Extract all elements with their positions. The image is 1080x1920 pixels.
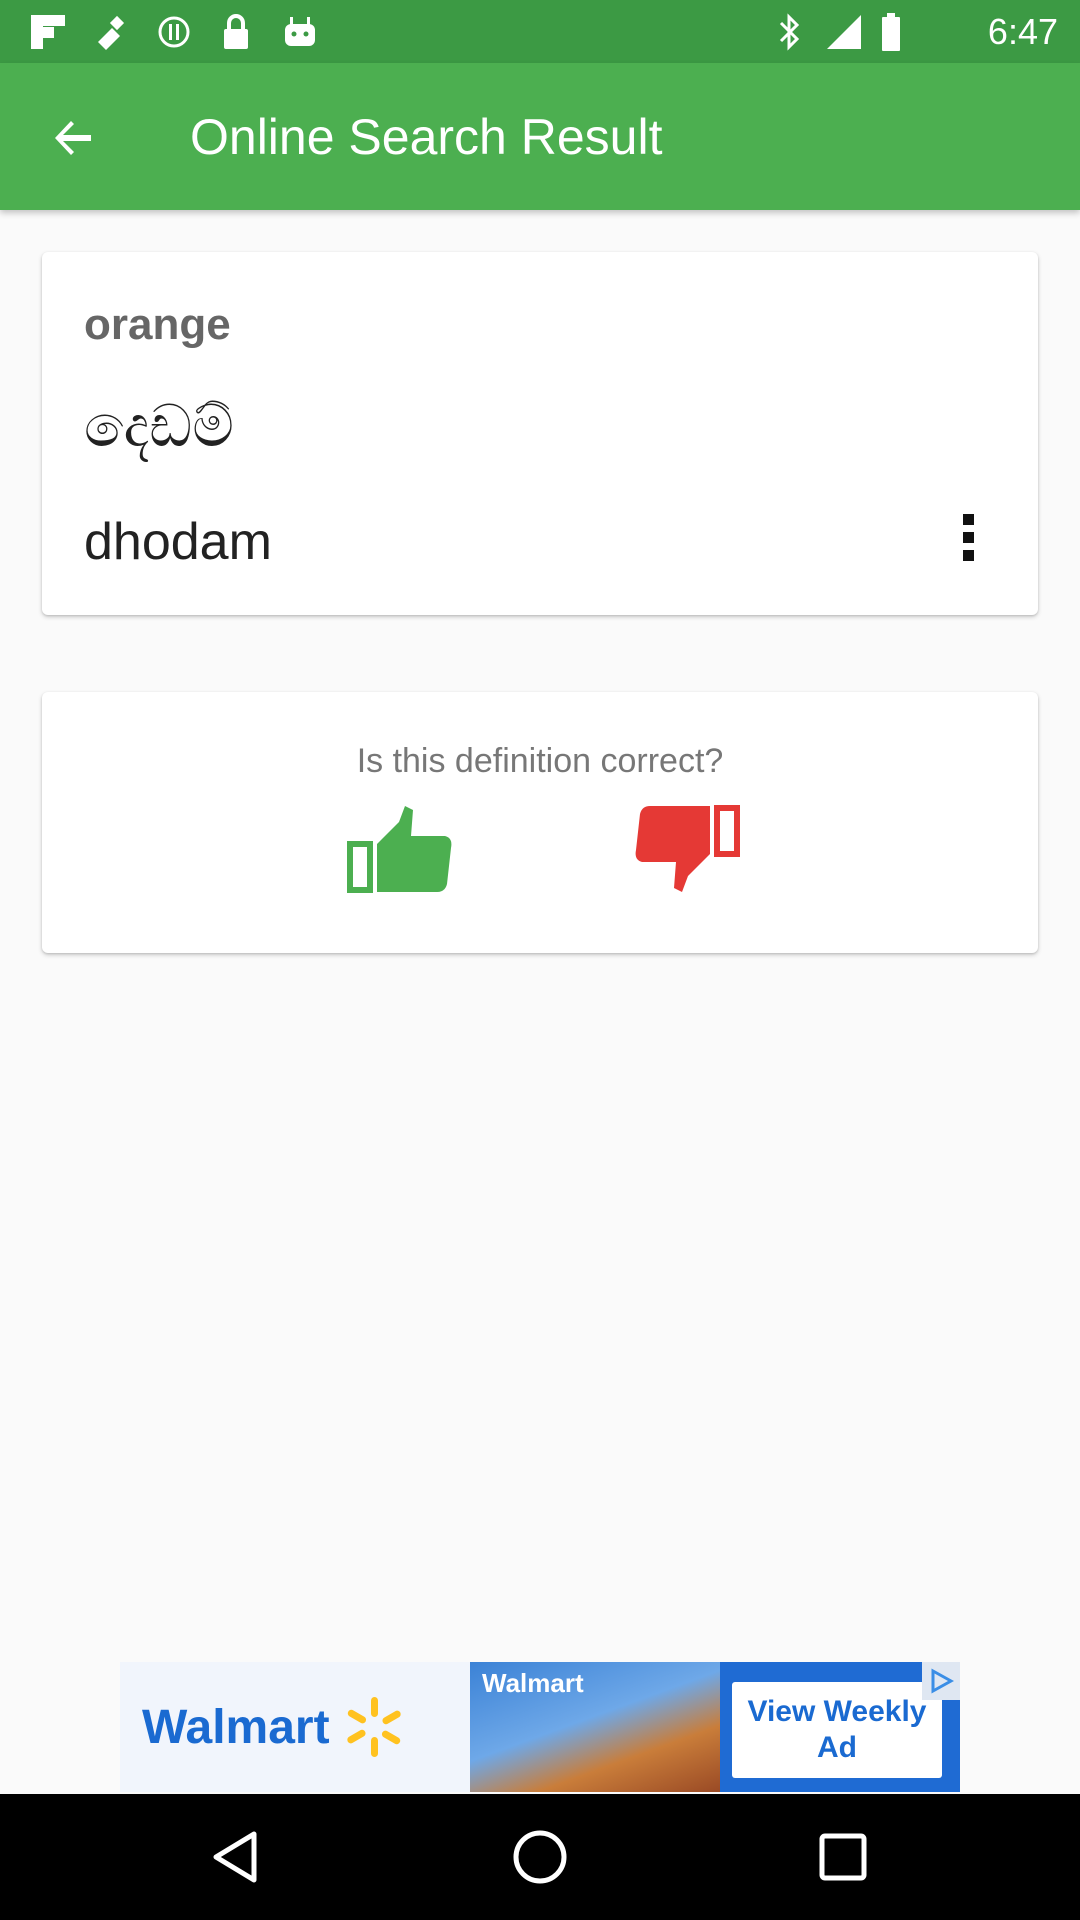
page-title: Online Search Result (190, 109, 663, 165)
result-card: orange දෙඩම් dhodam (42, 252, 1038, 615)
ad-brand-area: Walmart (120, 1662, 470, 1792)
more-vert-dot (962, 549, 974, 561)
more-vert-icon (962, 513, 974, 525)
android-icon (278, 12, 322, 52)
nav-recents-button[interactable] (808, 1822, 878, 1892)
nav-home-icon (513, 1830, 567, 1884)
transliteration-text: dhodam (84, 513, 272, 571)
status-bar: 6:47 (0, 0, 1080, 63)
thumbs-down-button[interactable] (630, 804, 740, 894)
battery-icon (876, 12, 906, 52)
feedback-question: Is this definition correct? (356, 742, 724, 780)
more-options-button[interactable] (938, 502, 998, 572)
ad-photo-label: Walmart (482, 1668, 584, 1698)
thumbs-up-icon (347, 806, 452, 893)
feedback-card: Is this definition correct? (42, 692, 1038, 953)
bluetooth-icon (772, 12, 808, 52)
ad-choices-icon (931, 1668, 954, 1694)
ad-banner[interactable]: Walmart Walmart View Weekly Ad (120, 1662, 960, 1792)
thumbs-down-icon (635, 805, 740, 892)
fake-gps-icon (88, 12, 132, 52)
nav-recents-icon (819, 1833, 867, 1881)
status-time: 6:47 (987, 11, 1058, 52)
more-vert-dot (962, 531, 974, 543)
ad-cta-button[interactable]: View Weekly Ad (732, 1682, 942, 1778)
walmart-spark-icon (346, 1697, 401, 1757)
flipboard-icon (26, 12, 70, 52)
search-word: orange (84, 300, 231, 349)
translation-text: දෙඩම් (84, 392, 234, 460)
signal-icon (822, 12, 866, 52)
nav-back-icon (213, 1831, 257, 1883)
back-button[interactable] (38, 103, 108, 173)
app-bar: Online Search Result (0, 63, 1080, 210)
sync-icon (152, 12, 196, 52)
arrow-back-icon (55, 121, 91, 155)
thumbs-up-button[interactable] (347, 804, 457, 894)
nav-home-button[interactable] (505, 1822, 575, 1892)
ad-choices-button[interactable] (922, 1662, 960, 1700)
nav-back-button[interactable] (200, 1822, 270, 1892)
navigation-bar (0, 1794, 1080, 1920)
ad-food-image: Walmart (470, 1662, 720, 1792)
ad-brand-text: Walmart (142, 1700, 330, 1754)
lock-icon (214, 12, 258, 52)
